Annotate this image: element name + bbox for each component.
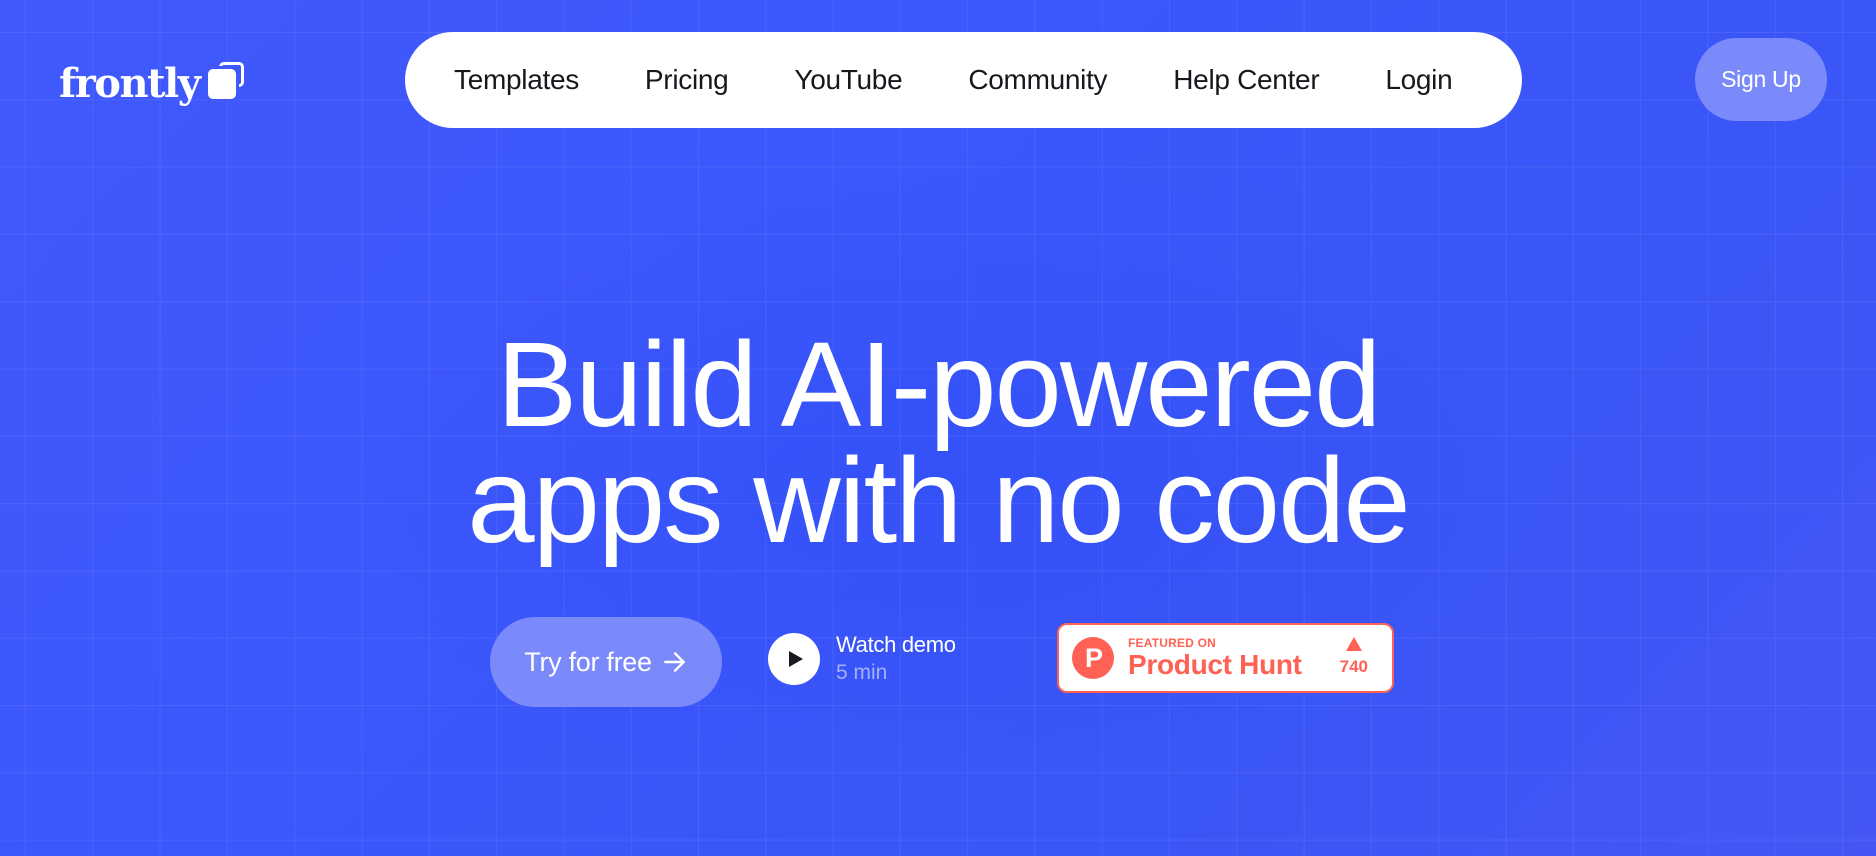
product-hunt-badge[interactable]: P FEATURED ON Product Hunt 740 [1057, 623, 1394, 693]
demo-text: Watch demo 5 min [836, 631, 956, 687]
nav-item-templates[interactable]: Templates [454, 64, 579, 96]
stacked-squares-icon [208, 62, 246, 100]
headline-line-1: Build AI-powered [496, 316, 1382, 452]
nav-item-help-center[interactable]: Help Center [1173, 64, 1319, 96]
play-icon [788, 651, 803, 667]
product-hunt-logo-icon: P [1072, 637, 1114, 679]
nav-item-youtube[interactable]: YouTube [794, 64, 902, 96]
nav-item-login[interactable]: Login [1385, 64, 1452, 96]
product-hunt-name: Product Hunt [1128, 649, 1302, 680]
triangle-up-icon [1345, 637, 1362, 651]
main-nav: Templates Pricing YouTube Community Help… [405, 32, 1522, 128]
upvote-count: 740 [1340, 637, 1368, 677]
demo-title: Watch demo [836, 632, 956, 657]
sign-up-button[interactable]: Sign Up [1695, 38, 1827, 121]
headline-line-2: apps with no code [467, 432, 1410, 568]
demo-duration: 5 min [836, 661, 888, 684]
product-hunt-text: FEATURED ON Product Hunt [1128, 636, 1302, 680]
nav-item-community[interactable]: Community [968, 64, 1107, 96]
frontly-logo[interactable]: frontly [59, 52, 246, 108]
logo-text: frontly [59, 60, 201, 107]
watch-demo-button[interactable]: Watch demo 5 min [768, 628, 956, 690]
try-for-free-button[interactable]: Try for free [490, 617, 722, 707]
product-hunt-logo-letter: P [1084, 642, 1103, 673]
try-for-free-label: Try for free [524, 646, 652, 677]
nav-item-pricing[interactable]: Pricing [645, 64, 729, 96]
hero-headline: Build AI-powered apps with no code [0, 316, 1876, 568]
play-button-circle[interactable] [768, 633, 820, 685]
vote-count: 740 [1339, 657, 1368, 676]
featured-on-label: FEATURED ON [1128, 636, 1216, 650]
arrow-right-icon [663, 652, 685, 672]
